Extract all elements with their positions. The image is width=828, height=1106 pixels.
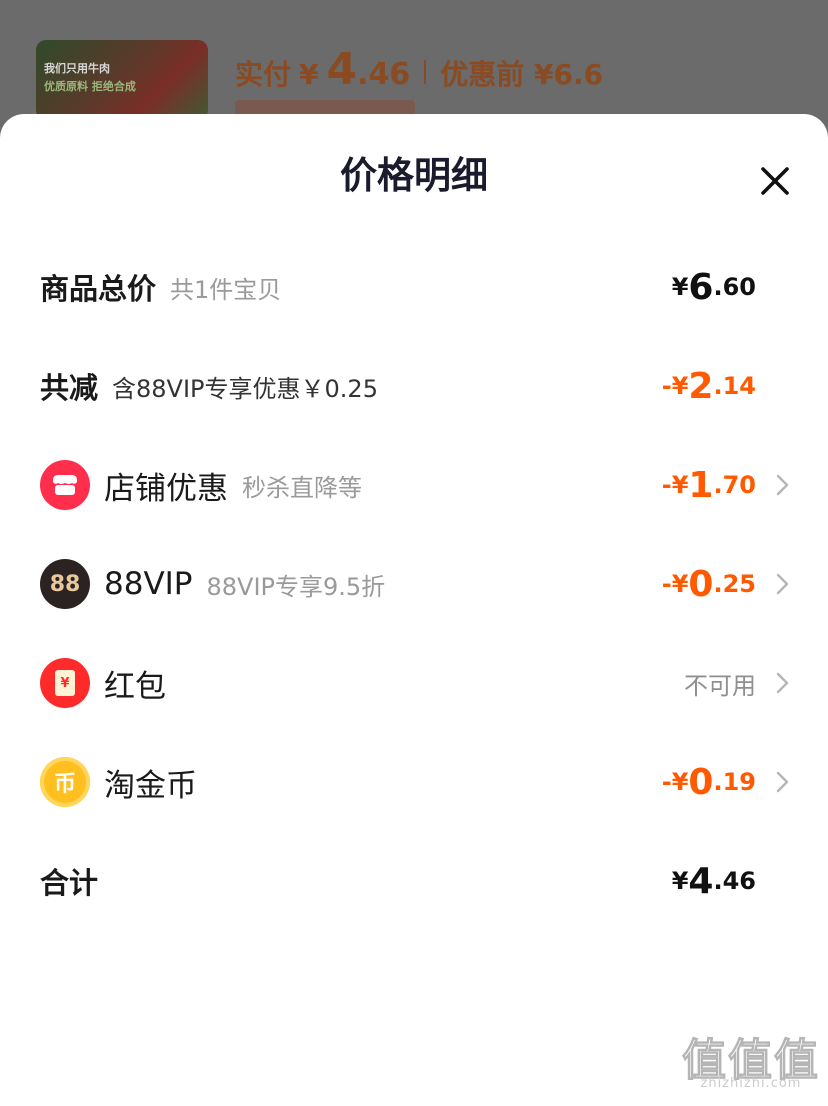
amount-integer: 6 [688,266,714,308]
red-packet-label: 红包 [104,668,166,705]
currency-symbol: ¥ [671,273,689,301]
chevron-right-icon [776,672,789,694]
tao-coin-label: 淘金币 [104,767,197,804]
chevron-right-icon [776,474,789,496]
currency-symbol: ¥ [671,867,689,895]
amount-decimal: .25 [713,570,756,598]
close-icon [761,167,789,195]
sum-amount: ¥ 4 .46 [672,846,756,916]
tao-coin-amount: -¥ 0 .19 [662,747,756,817]
shop-discount-amount: -¥ 1 .70 [662,450,756,520]
amount-integer: 0 [688,761,714,803]
shop-discount-note: 秒杀直降等 [242,473,362,502]
chevron-right-icon [776,573,789,595]
paid-dec: .46 [357,57,411,92]
amount-integer: 0 [688,563,714,605]
goods-total-count: 共1件宝贝 [170,275,282,304]
paid-label: 实付 [235,58,292,91]
row-shop-discount[interactable]: 店铺优惠 秒杀直降等 -¥ 1 .70 [0,450,828,520]
gold-coin-icon: 币 [40,757,90,807]
amount-decimal: .46 [713,867,756,895]
amount-decimal: .60 [713,273,756,301]
vip88-icon: 88 [40,559,90,609]
currency-symbol: -¥ [661,570,689,598]
amount-decimal: .14 [713,372,756,400]
red-packet-status-wrap: 不可用 [684,648,756,718]
close-button[interactable] [752,158,798,204]
goods-total-amount: ¥ 6 .60 [672,252,756,322]
amount-integer: 4 [688,860,714,902]
price-separator [424,60,427,84]
total-discount-label: 共减 [40,371,99,405]
vip-discount-amount: -¥ 0 .25 [662,549,756,619]
row-88vip[interactable]: 88 88VIP 88VIP专享9.5折 -¥ 0 .25 [0,549,828,619]
shop-icon [40,460,90,510]
amount-decimal: .19 [713,768,756,796]
paid-int: 4 [326,44,358,95]
row-sum: 合计 ¥ 4 .46 [0,846,828,916]
goods-total-label: 商品总价 [40,272,157,306]
product-thumbnail: 我们只用牛肉 优质原料 拒绝合成 [36,40,208,120]
currency-symbol: -¥ [661,372,689,400]
amount-decimal: .70 [713,471,756,499]
paid-currency: ¥ [299,58,319,91]
watermark-url: zhizhizhi.com [700,1076,802,1091]
watermark: 值值值 zhizhizhi.com [676,1024,826,1106]
amount-integer: 1 [688,464,714,506]
vip-note: 88VIP专享9.5折 [206,572,386,601]
total-discount-note: 含88VIP专享优惠￥0.25 [112,374,378,403]
row-total-discount: 共减 含88VIP专享优惠￥0.25 -¥ 2 .14 [0,351,828,421]
coin-glyph: 币 [53,772,76,797]
original-price: 优惠前 ¥6.6 [440,58,604,91]
row-red-packet[interactable]: ¥ 红包 不可用 [0,648,828,718]
row-goods-total: 商品总价 共1件宝贝 ¥ 6 .60 [0,252,828,322]
amount-integer: 2 [688,365,714,407]
red-packet-status: 不可用 [684,671,756,700]
thumb-caption-2: 优质原料 拒绝合成 [44,80,136,93]
background-price: 实付 ¥ 4 .46 优惠前 ¥6.6 [235,44,603,100]
vip-label: 88VIP [104,566,193,602]
sheet-title: 价格明细 [340,154,488,197]
row-tao-coin[interactable]: 币 淘金币 -¥ 0 .19 [0,747,828,817]
thumb-caption-1: 我们只用牛肉 [44,62,110,75]
shop-discount-label: 店铺优惠 [104,470,228,507]
chevron-right-icon [776,771,789,793]
red-packet-icon: ¥ [40,658,90,708]
sum-label: 合计 [40,866,99,900]
currency-symbol: -¥ [661,471,689,499]
red-packet-glyph: ¥ [55,670,75,696]
total-discount-amount: -¥ 2 .14 [662,351,756,421]
currency-symbol: -¥ [661,768,689,796]
